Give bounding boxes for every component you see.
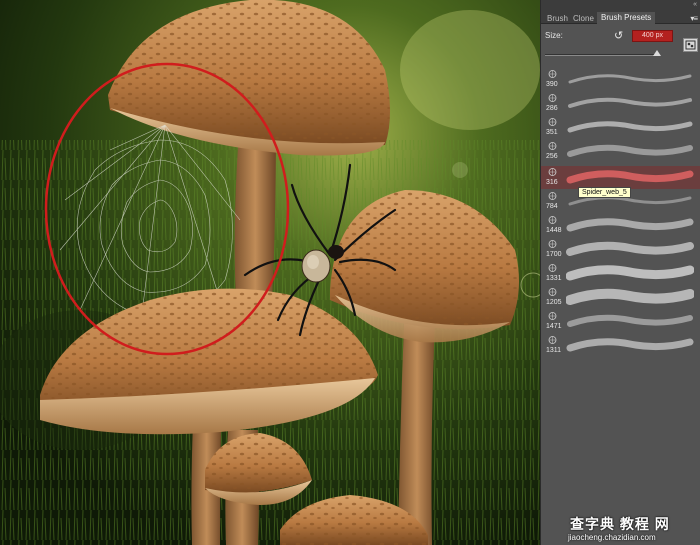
photo-canvas[interactable]	[0, 0, 540, 545]
brush-size-label: 1700	[546, 251, 562, 258]
mushroom-photo	[0, 0, 540, 545]
reset-arrow-icon[interactable]: ↺	[614, 29, 623, 42]
brush-size-label: 1448	[546, 227, 562, 234]
collapse-icon[interactable]: «	[693, 1, 697, 8]
brush-size-label: 390	[546, 81, 558, 88]
brush-tip-icon	[548, 168, 557, 176]
brush-preset-item[interactable]: 1448	[541, 214, 700, 237]
preset-tooltip: Spider_web_5	[578, 187, 631, 198]
brush-stroke-preview	[566, 218, 694, 232]
brush-size-label: 316	[546, 179, 558, 186]
brush-tip-icon	[548, 142, 557, 150]
brush-stroke-preview	[567, 144, 693, 157]
brush-tip-icon	[548, 288, 557, 296]
panel-menu-icon[interactable]: ▾≡	[690, 14, 698, 23]
size-row: Size: ↺ 400 px	[541, 27, 700, 47]
watermark-title: 查字典 教程 网	[570, 516, 670, 532]
brush-preset-item[interactable]: 286	[541, 92, 700, 115]
tab-brush-presets[interactable]: Brush Presets	[597, 12, 656, 24]
brush-tip-icon	[548, 94, 557, 102]
tab-brush[interactable]: Brush	[543, 13, 572, 24]
brush-size-label: 1471	[546, 323, 562, 330]
tab-clone[interactable]: Clone	[569, 13, 598, 24]
brush-size-label: 286	[546, 105, 558, 112]
brush-preset-item[interactable]: 1331	[541, 262, 700, 285]
brush-size-label: 256	[546, 153, 558, 160]
preset-list: 390 286 351 256 316 784 1448 1700 1331 1205 1471 13…	[541, 60, 700, 360]
brush-stroke-preview	[566, 338, 694, 352]
brush-presets-panel: « Brush Clone Brush Presets ▾≡ Size: ↺ 4…	[540, 0, 700, 545]
brush-preset-item[interactable]: 390	[541, 68, 700, 91]
brush-size-label: 784	[546, 203, 558, 210]
brush-size-label: 1311	[546, 347, 562, 354]
brush-tip-icon	[548, 118, 557, 126]
brush-preset-item[interactable]: 256	[541, 140, 700, 163]
brush-tip-icon	[548, 70, 557, 78]
brush-size-label: 1331	[546, 275, 562, 282]
brush-preset-item[interactable]: 1205	[541, 286, 700, 309]
brush-stroke-preview	[566, 170, 694, 184]
brush-stroke-preview	[567, 121, 693, 133]
brush-preset-item[interactable]: 1471	[541, 310, 700, 333]
brush-preset-item[interactable]: 1311	[541, 334, 700, 357]
brush-preset-item[interactable]: 316	[541, 166, 700, 189]
brush-tip-icon	[548, 336, 557, 344]
brush-stroke-preview	[568, 74, 692, 84]
brush-stroke-preview	[567, 314, 693, 327]
brush-preset-item[interactable]: 1700	[541, 238, 700, 261]
brush-size-label: 351	[546, 129, 558, 136]
brush-preset-item[interactable]: 351	[541, 116, 700, 139]
brush-stroke-preview	[566, 265, 694, 281]
size-input[interactable]: 400 px	[632, 30, 673, 42]
watermark-url: jiaocheng.chazidian.com	[568, 533, 656, 542]
brush-tip-icon	[548, 192, 557, 200]
brush-size-label: 1205	[546, 299, 562, 306]
watermark: 查字典 教程 网 jiaocheng.chazidian.com	[563, 513, 700, 545]
brush-tip-icon	[548, 312, 557, 320]
preset-manager-icon[interactable]	[683, 38, 698, 52]
size-slider-track[interactable]	[545, 54, 657, 56]
brush-stroke-preview	[568, 97, 692, 108]
size-label: Size:	[545, 31, 563, 40]
brush-stroke-preview	[566, 288, 694, 305]
panel-tab-bar: « Brush Clone Brush Presets ▾≡	[541, 0, 700, 24]
brush-tip-icon	[548, 240, 557, 248]
brush-tip-icon	[548, 264, 557, 272]
brush-stroke-preview	[566, 241, 694, 256]
size-slider-thumb[interactable]	[653, 50, 661, 56]
brush-tip-icon	[548, 216, 557, 224]
